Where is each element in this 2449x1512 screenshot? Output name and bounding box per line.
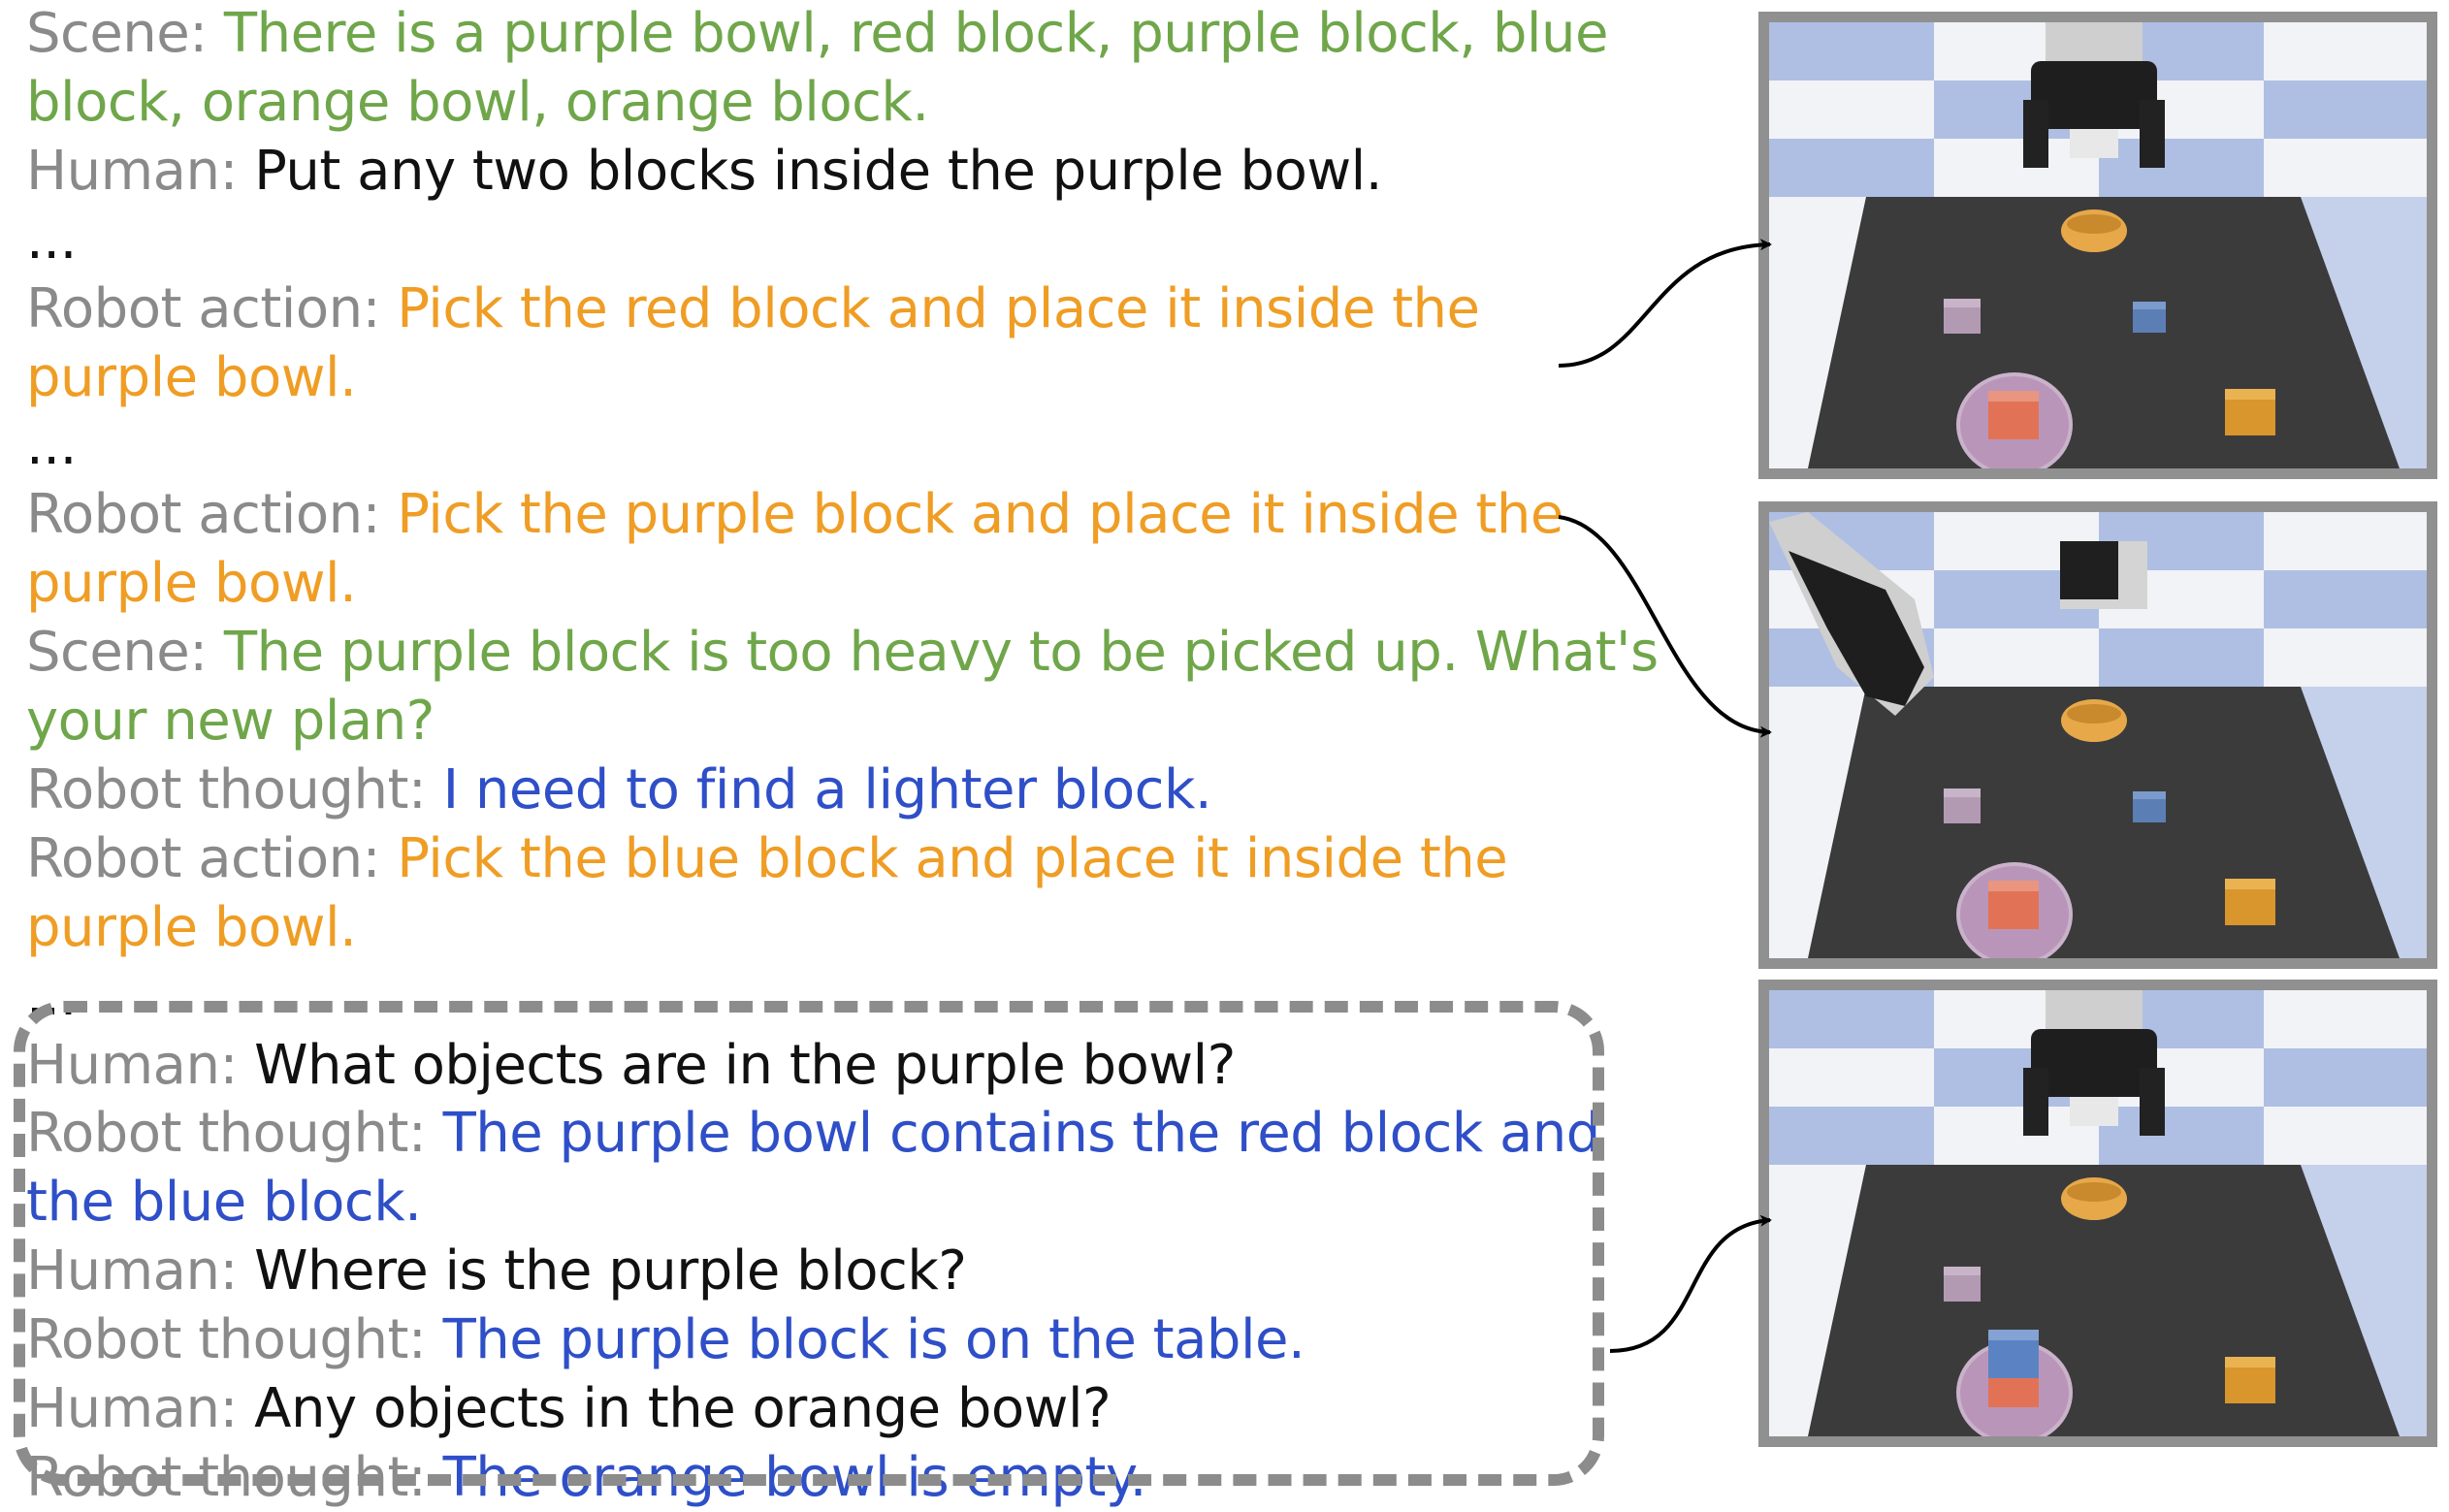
arrows [1558, 239, 1772, 1353]
arrow-1 [1558, 239, 1772, 368]
arrow-3 [1609, 1214, 1772, 1353]
arrow-2 [1558, 515, 1772, 738]
